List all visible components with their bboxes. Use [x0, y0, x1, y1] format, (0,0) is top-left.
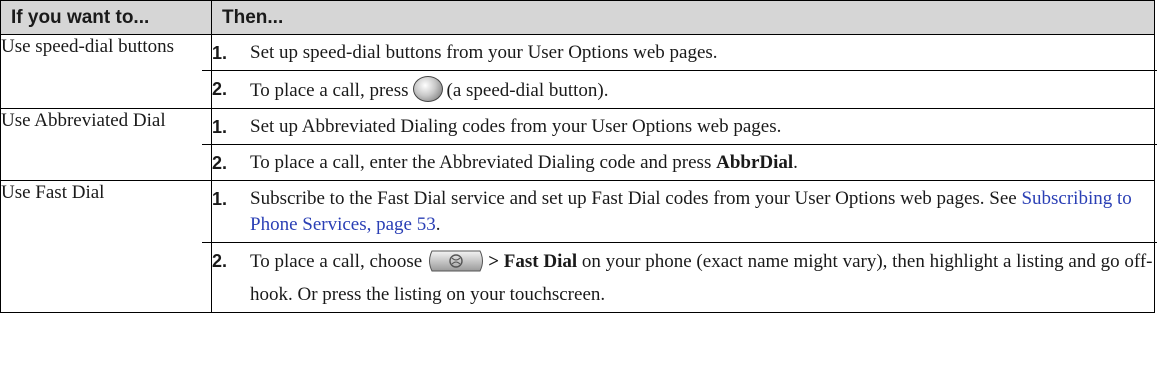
table-row: Use Fast Dial 1. Subscribe to the Fast D…: [0, 180, 1157, 313]
steps-cell: 1. Set up Abbreviated Dialing codes from…: [202, 108, 1157, 181]
step-number: 1.: [212, 117, 228, 137]
table-row: Use Abbreviated Dial 1. Set up Abbreviat…: [0, 108, 1157, 181]
step: 2. To place a call, choose > Fast Dial on…: [202, 243, 1157, 312]
step: 2. To place a call, enter the Abbreviate…: [202, 145, 1157, 180]
step-number: 2.: [212, 153, 228, 173]
step-text: To place a call, press (a speed-dial butt…: [250, 76, 1154, 104]
table-row: Use speed-dial buttons 1. Set up speed-d…: [0, 34, 1157, 109]
task-cell: Use speed-dial buttons: [0, 34, 212, 109]
header-task: If you want to...: [0, 0, 212, 35]
steps-cell: 1. Subscribe to the Fast Dial service an…: [202, 180, 1157, 313]
fast-dial-menu-label: > Fast Dial: [488, 251, 578, 272]
step: 1. Set up speed-dial buttons from your U…: [202, 35, 1157, 71]
softkey-label: AbbrDial: [716, 152, 794, 173]
instruction-table: If you want to... Then... Use speed-dial…: [0, 0, 1157, 313]
step-number: 2.: [212, 79, 228, 99]
step: 1. Set up Abbreviated Dialing codes from…: [202, 109, 1157, 145]
step: 2. To place a call, press (a speed-dial b…: [202, 71, 1157, 108]
step-text: Set up speed-dial buttons from your User…: [250, 42, 718, 63]
step-text: To place a call, choose > Fast Dial on yo…: [250, 248, 1154, 308]
task-cell: Use Fast Dial: [0, 180, 212, 313]
speed-dial-button-icon: [412, 76, 443, 102]
step: 1. Subscribe to the Fast Dial service an…: [202, 181, 1157, 243]
table-header-row: If you want to... Then...: [0, 0, 1155, 35]
step-number: 2.: [212, 251, 228, 271]
step-text: Subscribe to the Fast Dial service and s…: [250, 188, 1132, 235]
task-cell: Use Abbreviated Dial: [0, 108, 212, 181]
step-number: 1.: [212, 189, 228, 209]
header-then: Then...: [211, 0, 1155, 35]
step-number: 1.: [212, 43, 228, 63]
steps-cell: 1. Set up speed-dial buttons from your U…: [202, 34, 1157, 109]
services-button-icon: [426, 248, 486, 282]
step-text: Set up Abbreviated Dialing codes from yo…: [250, 116, 782, 137]
step-text: To place a call, enter the Abbreviated D…: [250, 152, 798, 173]
